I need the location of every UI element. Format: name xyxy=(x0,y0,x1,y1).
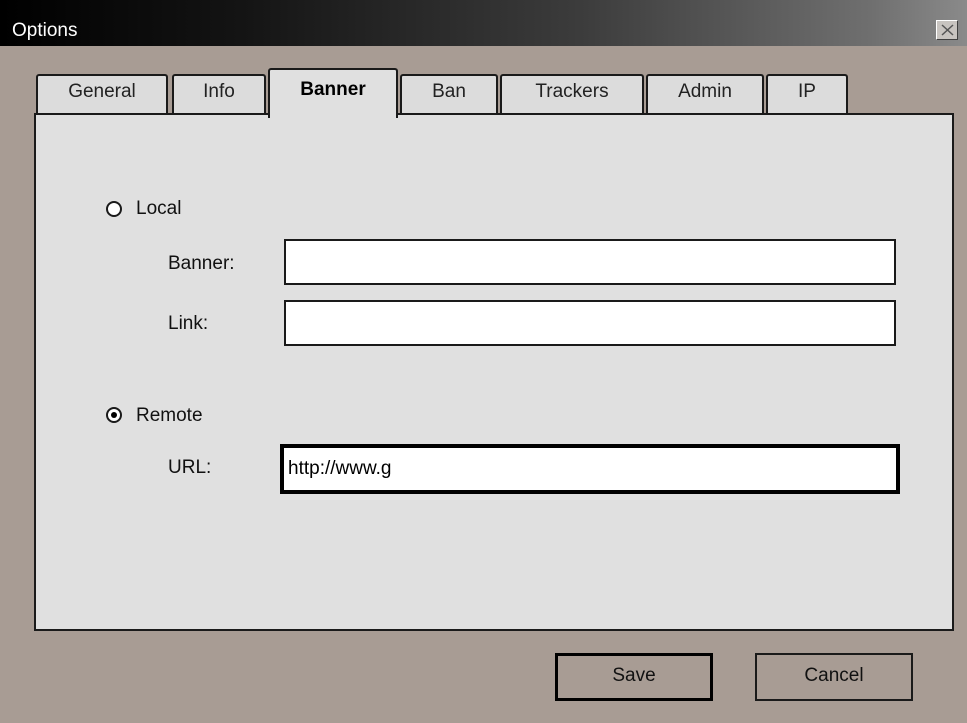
cancel-button[interactable]: Cancel xyxy=(755,653,913,701)
tab-trackers[interactable]: Trackers xyxy=(500,74,644,114)
title-bar[interactable]: Options xyxy=(0,0,967,46)
banner-label: Banner: xyxy=(168,253,235,274)
window-title: Options xyxy=(12,20,78,41)
tab-general[interactable]: General xyxy=(36,74,168,114)
tab-admin[interactable]: Admin xyxy=(646,74,764,114)
close-icon xyxy=(941,24,954,36)
local-radio[interactable] xyxy=(106,201,122,217)
url-label: URL: xyxy=(168,457,212,478)
save-button[interactable]: Save xyxy=(555,653,713,701)
close-button[interactable] xyxy=(936,20,958,40)
local-label[interactable]: Local xyxy=(136,198,181,220)
tab-banner[interactable]: Banner xyxy=(268,68,398,118)
banner-tab-panel: Local Banner: Link: Remote URL: xyxy=(34,113,954,631)
options-dialog: Options General Info Banner Ban Trackers… xyxy=(0,0,967,723)
banner-field[interactable] xyxy=(284,239,896,285)
url-field[interactable] xyxy=(280,444,900,494)
link-label: Link: xyxy=(168,313,209,334)
radio-selected-dot xyxy=(111,412,117,418)
tab-ip[interactable]: IP xyxy=(766,74,848,114)
remote-label[interactable]: Remote xyxy=(136,405,203,427)
link-field[interactable] xyxy=(284,300,896,346)
tab-info[interactable]: Info xyxy=(172,74,266,114)
remote-radio[interactable] xyxy=(106,407,122,423)
tab-ban[interactable]: Ban xyxy=(400,74,498,114)
